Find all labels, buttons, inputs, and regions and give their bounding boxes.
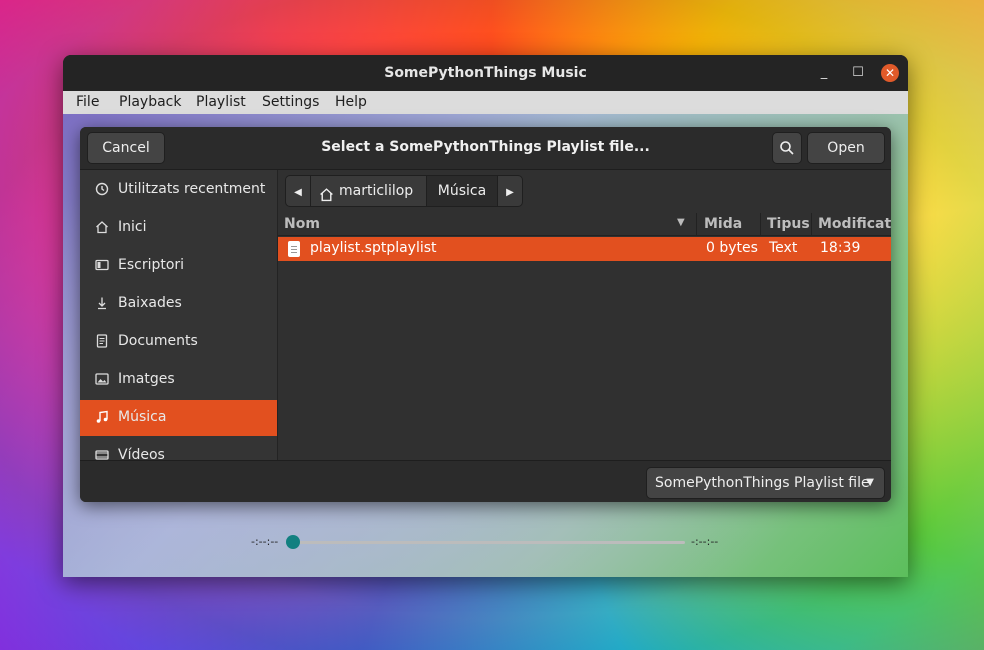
chevron-left-icon: ◀ [294,187,302,198]
menu-bar: File Playback Playlist Settings Help [63,91,908,114]
menu-playback[interactable]: Playback [119,94,181,110]
search-icon [780,141,794,155]
file-chooser-dialog: Cancel Select a SomePythonThings Playlis… [80,127,891,502]
file-row[interactable]: playlist.sptplaylist 0 bytes Text 18:39 [278,237,891,261]
maximize-button[interactable]: ☐ [849,64,867,82]
menu-file[interactable]: File [76,94,99,110]
window-title: SomePythonThings Music [384,65,587,81]
file-size: 0 bytes [706,240,758,256]
sidebar-item-pictures[interactable]: Imatges [80,362,277,398]
close-button[interactable]: ✕ [881,64,899,82]
home-icon [319,183,334,213]
playback-timeline: -:--:-- -:--:-- [251,535,721,551]
clock-icon [94,182,110,198]
sidebar-item-recent[interactable]: Utilitzats recentment [80,172,277,208]
places-sidebar: Utilitzats recentment Inici Escriptori B… [80,170,278,460]
search-button[interactable] [772,132,802,164]
sidebar-item-home[interactable]: Inici [80,210,277,246]
sidebar-item-documents[interactable]: Documents [80,324,277,360]
file-type: Text [769,240,798,256]
sidebar-item-label: Utilitzats recentment [118,181,266,197]
sidebar-item-label: Música [118,409,167,425]
menu-settings[interactable]: Settings [262,94,319,110]
seek-handle[interactable] [286,535,300,549]
home-icon [94,220,110,236]
elapsed-time: -:--:-- [251,535,279,548]
column-type[interactable]: Tipus [767,216,810,232]
sidebar-item-videos[interactable]: Vídeos [80,438,277,460]
total-time: -:--:-- [691,535,719,548]
video-icon [94,448,110,460]
text-file-icon [288,241,300,257]
path-back-button[interactable]: ◀ [285,175,311,207]
sidebar-item-label: Escriptori [118,257,185,273]
chevron-right-icon: ▶ [506,187,514,198]
path-crumb-home-label: marticlilop [339,183,414,199]
download-icon [94,296,110,312]
desktop-icon [94,258,110,274]
menu-playlist[interactable]: Playlist [196,94,246,110]
column-size[interactable]: Mida [704,216,742,232]
sidebar-item-music[interactable]: Música [80,400,277,436]
column-divider [696,213,697,235]
dialog-title: Select a SomePythonThings Playlist file.… [321,139,650,155]
path-crumb-home[interactable]: marticlilop [310,175,427,207]
path-crumb-current[interactable]: Música [426,175,498,207]
sidebar-item-label: Vídeos [118,447,165,460]
sidebar-item-label: Documents [118,333,198,349]
open-button[interactable]: Open [807,132,885,164]
column-divider [760,213,761,235]
sidebar-item-desktop[interactable]: Escriptori [80,248,277,284]
title-bar[interactable]: SomePythonThings Music _ ☐ ✕ [63,55,908,91]
minimize-button[interactable]: _ [815,64,833,82]
file-list: Nom ▼ Mida Tipus Modificat playlist.sptp… [278,213,891,460]
file-name: playlist.sptplaylist [310,240,437,256]
column-header-row: Nom ▼ Mida Tipus Modificat [278,213,891,236]
file-type-filter[interactable]: SomePythonThings Playlist file ▼ [646,467,885,499]
path-forward-button[interactable]: ▶ [497,175,523,207]
seek-track[interactable] [291,541,685,544]
column-name[interactable]: Nom [284,216,320,232]
document-icon [94,334,110,350]
menu-help[interactable]: Help [335,94,367,110]
image-icon [94,372,110,388]
sidebar-item-label: Baixades [118,295,182,311]
column-divider [811,213,812,235]
column-modified[interactable]: Modificat [818,216,891,232]
chevron-down-icon: ▼ [866,477,874,488]
sort-down-icon[interactable]: ▼ [677,217,685,228]
file-modified: 18:39 [820,240,861,256]
cancel-button[interactable]: Cancel [87,132,165,164]
dialog-header: Cancel Select a SomePythonThings Playlis… [80,127,891,170]
sidebar-item-label: Inici [118,219,147,235]
sidebar-item-label: Imatges [118,371,175,387]
dialog-footer: SomePythonThings Playlist file ▼ [80,460,891,502]
music-icon [94,410,110,426]
filter-value: SomePythonThings Playlist file [655,475,870,491]
sidebar-item-downloads[interactable]: Baixades [80,286,277,322]
